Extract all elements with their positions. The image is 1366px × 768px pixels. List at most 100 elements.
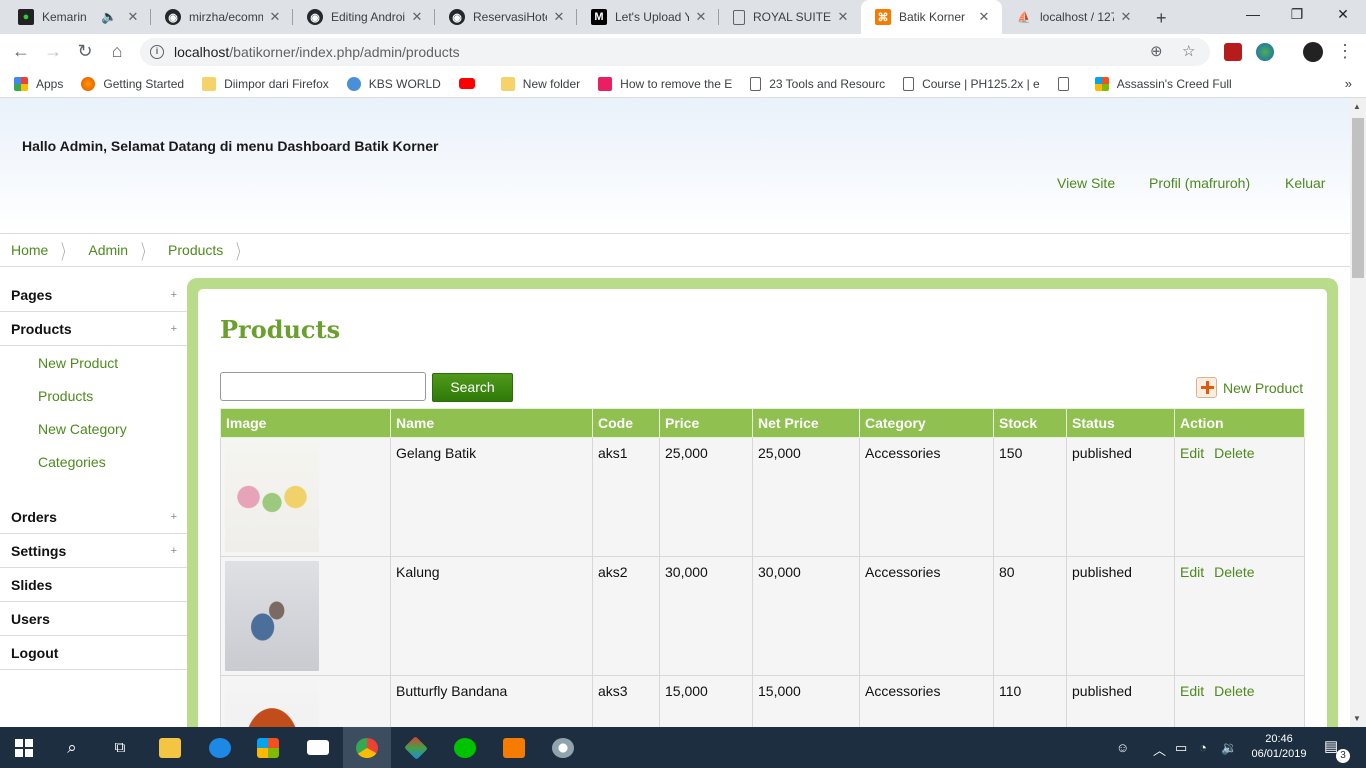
bookmark-getting-started[interactable]: Getting Started	[81, 76, 184, 91]
tab-mirzha-ecomm[interactable]: ◉ mirzha/ecomm ✕	[151, 0, 293, 34]
tab-reservasi-hotel[interactable]: ◉ ReservasiHotel ✕	[435, 0, 577, 34]
delete-link[interactable]: Delete	[1214, 445, 1254, 461]
bookmark-apps[interactable]: Apps	[14, 76, 63, 91]
chrome-icon[interactable]	[343, 727, 391, 768]
home-icon[interactable]: ⌂	[106, 41, 128, 62]
zoom-icon[interactable]: ⊕	[1150, 42, 1163, 60]
close-tab-icon[interactable]: ✕	[1118, 9, 1134, 25]
expand-plus-icon[interactable]: +	[171, 511, 177, 523]
system-clock[interactable]: 20:46 06/01/2019	[1249, 732, 1309, 762]
sidebar-subitem-new-category[interactable]: New Category	[0, 412, 187, 445]
expand-plus-icon[interactable]: +	[171, 323, 177, 335]
bookmarks-overflow-icon[interactable]: »	[1345, 76, 1352, 91]
site-info-icon[interactable]: i	[150, 45, 164, 59]
close-tab-icon[interactable]: ✕	[125, 9, 141, 25]
reload-icon[interactable]: ↻	[74, 41, 96, 62]
edit-link[interactable]: Edit	[1180, 564, 1204, 580]
close-tab-icon[interactable]: ✕	[976, 9, 992, 25]
bookmark-star-icon[interactable]: ☆	[1182, 42, 1195, 60]
edge-icon[interactable]	[196, 727, 244, 768]
column-header[interactable]: Action	[1174, 408, 1305, 438]
breadcrumb-admin[interactable]: Admin 〉	[88, 236, 168, 265]
expand-plus-icon[interactable]: +	[171, 289, 177, 301]
search-input[interactable]	[220, 372, 426, 401]
address-bar[interactable]: i localhost/batikorner/index.php/admin/p…	[140, 38, 1210, 66]
sidebar-item-slides[interactable]: Slides	[0, 568, 187, 602]
sidebar-item-orders[interactable]: Orders +	[0, 500, 187, 534]
start-button[interactable]	[0, 727, 48, 768]
edit-link[interactable]: Edit	[1180, 445, 1204, 461]
product-image[interactable]	[225, 680, 319, 727]
product-image[interactable]	[225, 442, 319, 552]
new-tab-icon[interactable]: +	[1156, 8, 1167, 29]
xampp-taskbar-icon[interactable]	[490, 727, 538, 768]
delete-link[interactable]: Delete	[1214, 564, 1254, 580]
sidebar-subitem-new-product[interactable]: New Product	[0, 346, 187, 379]
maximize-icon[interactable]: ❐	[1287, 6, 1307, 23]
tab-batik-korner[interactable]: ⌘ Batik Korner ✕	[861, 0, 1002, 34]
forward-icon[interactable]: →	[42, 41, 64, 62]
store-icon[interactable]	[244, 727, 292, 768]
page-scrollbar[interactable]: ▲ ▼	[1350, 98, 1366, 727]
menu-kebab-icon[interactable]: ⋮	[1334, 41, 1356, 62]
sidebar-subitem-products[interactable]: Products	[0, 379, 187, 412]
edit-link[interactable]: Edit	[1180, 683, 1204, 699]
extension-shield-icon[interactable]	[1224, 43, 1242, 61]
line-icon[interactable]	[441, 727, 489, 768]
sidebar-item-products[interactable]: Products +	[0, 312, 187, 346]
column-header[interactable]: Price	[659, 408, 753, 438]
wifi-icon[interactable]: ◔	[1199, 740, 1207, 755]
column-header[interactable]: Code	[592, 408, 660, 438]
tab-lets-upload[interactable]: M Let's Upload Yo ✕	[577, 0, 719, 34]
file-explorer-icon[interactable]	[146, 727, 194, 768]
profile-avatar[interactable]	[1303, 42, 1323, 62]
tab-kemarin[interactable]: ● Kemarin 🔈 ✕	[4, 0, 151, 34]
scroll-up-icon[interactable]: ▲	[1353, 102, 1361, 111]
back-icon[interactable]: ←	[10, 41, 32, 62]
close-tab-icon[interactable]: ✕	[693, 9, 709, 25]
breadcrumb-products[interactable]: Products 〉	[168, 236, 263, 265]
view-site-link[interactable]: View Site	[1057, 175, 1115, 191]
scroll-down-icon[interactable]: ▼	[1353, 714, 1361, 723]
product-image[interactable]	[225, 561, 319, 671]
sidebar-item-logout[interactable]: Logout	[0, 636, 187, 670]
close-window-icon[interactable]: ✕	[1333, 6, 1353, 23]
search-button[interactable]: Search	[432, 373, 513, 402]
sidebar-item-settings[interactable]: Settings +	[0, 534, 187, 568]
bookmark-how-to-remove[interactable]: How to remove the E	[598, 76, 732, 91]
delete-link[interactable]: Delete	[1214, 683, 1254, 699]
tab-editing-android[interactable]: ◉ Editing Androi ✕	[293, 0, 435, 34]
bookmark-diimpor-firefox[interactable]: Diimpor dari Firefox	[202, 76, 329, 91]
bookmark-new-folder[interactable]: New folder	[500, 76, 580, 91]
column-header[interactable]: Net Price	[752, 408, 860, 438]
scrollbar-thumb[interactable]	[1352, 118, 1364, 278]
chevron-up-icon[interactable]: ︿	[1153, 740, 1166, 759]
sidebar-subitem-categories[interactable]: Categories	[0, 445, 187, 478]
close-tab-icon[interactable]: ✕	[409, 9, 425, 25]
tab-localhost-phpmyadmin[interactable]: ⛵ localhost / 127 ✕	[1002, 0, 1144, 34]
column-header[interactable]: Image	[220, 408, 391, 438]
volume-icon[interactable]: 🔉	[1221, 740, 1237, 756]
sidebar-item-users[interactable]: Users	[0, 602, 187, 636]
sidebar-item-pages[interactable]: Pages +	[0, 278, 187, 312]
minimize-icon[interactable]: —	[1243, 6, 1263, 22]
people-icon[interactable]: ☺	[1116, 740, 1129, 755]
close-tab-icon[interactable]: ✕	[551, 9, 567, 25]
speaker-muted-icon[interactable]: 🔈	[101, 9, 117, 25]
bookmark-youtube[interactable]	[458, 78, 483, 89]
column-header[interactable]: Category	[859, 408, 994, 438]
column-header[interactable]: Status	[1066, 408, 1175, 438]
profile-link[interactable]: Profil (mafruroh)	[1149, 175, 1250, 191]
bookmark-page[interactable]	[1057, 76, 1077, 91]
column-header[interactable]: Stock	[993, 408, 1067, 438]
logout-link[interactable]: Keluar	[1285, 175, 1325, 191]
mail-icon[interactable]	[294, 727, 342, 768]
bookmark-assassins-creed[interactable]: Assassin's Creed Full	[1094, 76, 1232, 91]
task-view-icon[interactable]: ⧉	[96, 727, 144, 768]
close-tab-icon[interactable]: ✕	[835, 9, 851, 25]
new-product-link[interactable]: New Product	[1196, 377, 1303, 398]
extension-globe-icon[interactable]	[1256, 43, 1274, 61]
battery-icon[interactable]: ▭	[1175, 740, 1187, 756]
close-tab-icon[interactable]: ✕	[267, 9, 283, 25]
breadcrumb-home[interactable]: Home 〉	[11, 236, 88, 265]
